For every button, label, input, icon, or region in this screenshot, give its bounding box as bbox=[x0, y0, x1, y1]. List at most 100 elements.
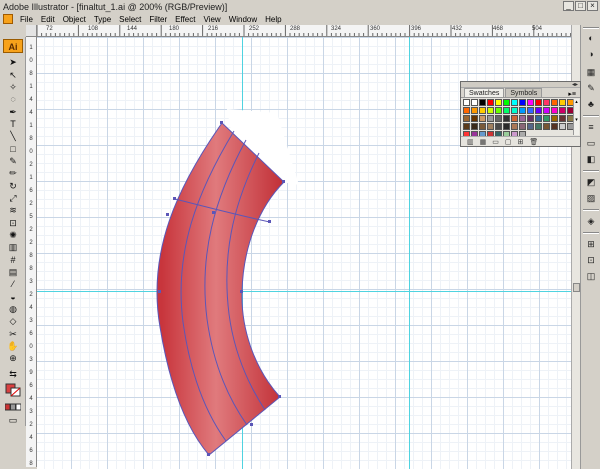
pen-tool-icon[interactable]: ✒ bbox=[5, 107, 21, 117]
show-kinds-icon[interactable]: ▦ bbox=[480, 138, 487, 146]
color-swatch[interactable] bbox=[495, 99, 502, 106]
color-swatch[interactable] bbox=[559, 99, 566, 106]
layers-panel-icon[interactable]: ◈ bbox=[585, 216, 597, 227]
color-swatch[interactable] bbox=[463, 107, 470, 114]
maximize-button[interactable]: □ bbox=[575, 1, 586, 11]
color-swatch[interactable] bbox=[559, 123, 566, 130]
swatch-libraries-icon[interactable]: ▥ bbox=[467, 138, 474, 146]
color-swatch[interactable] bbox=[487, 115, 494, 122]
close-button[interactable]: × bbox=[587, 1, 598, 11]
color-swatch[interactable] bbox=[559, 115, 566, 122]
swap-colors-icon[interactable]: ⇆ bbox=[5, 369, 21, 379]
color-swatch[interactable] bbox=[503, 99, 510, 106]
color-swatch[interactable] bbox=[495, 115, 502, 122]
color-swatch[interactable] bbox=[535, 99, 542, 106]
pathfinder-panel-icon[interactable]: ◫ bbox=[585, 271, 597, 282]
brushes-panel-icon[interactable]: ✎ bbox=[585, 83, 597, 94]
dock-grip[interactable] bbox=[583, 27, 599, 29]
type-tool-icon[interactable]: T bbox=[5, 119, 21, 129]
menu-help[interactable]: Help bbox=[262, 15, 284, 24]
paintbrush-tool-icon[interactable]: ✎ bbox=[5, 156, 21, 166]
color-swatch[interactable] bbox=[463, 99, 470, 106]
rotate-tool-icon[interactable]: ↻ bbox=[5, 181, 21, 191]
color-swatch[interactable] bbox=[487, 123, 494, 130]
hand-tool-icon[interactable]: ✋ bbox=[5, 341, 21, 351]
color-swatch[interactable] bbox=[487, 99, 494, 106]
free-transform-tool-icon[interactable]: ⊡ bbox=[5, 218, 21, 228]
tab-symbols[interactable]: Symbols bbox=[505, 88, 543, 97]
color-swatch[interactable] bbox=[511, 123, 518, 130]
color-swatch[interactable] bbox=[471, 99, 478, 106]
menu-filter[interactable]: Filter bbox=[146, 15, 170, 24]
color-swatch[interactable] bbox=[551, 115, 558, 122]
color-swatch[interactable] bbox=[551, 107, 558, 114]
color-swatch[interactable] bbox=[543, 107, 550, 114]
ruler-origin[interactable] bbox=[26, 25, 37, 37]
color-swatch[interactable] bbox=[543, 115, 550, 122]
slice-tool-icon[interactable]: ◇ bbox=[5, 316, 21, 326]
color-swatch[interactable] bbox=[535, 107, 542, 114]
new-swatch-icon[interactable]: ⊞ bbox=[518, 138, 524, 146]
magic-wand-tool-icon[interactable]: ✧ bbox=[5, 82, 21, 92]
color-swatch[interactable] bbox=[535, 123, 542, 130]
fill-stroke-icon[interactable] bbox=[5, 383, 21, 397]
swatches-panel-icon[interactable]: ▦ bbox=[585, 67, 597, 78]
pencil-tool-icon[interactable]: ✏ bbox=[5, 168, 21, 178]
panel-header[interactable]: ◂▸ bbox=[461, 82, 580, 88]
color-swatch[interactable] bbox=[527, 99, 534, 106]
color-swatch[interactable] bbox=[487, 107, 494, 114]
color-swatch[interactable] bbox=[463, 115, 470, 122]
graphic-styles-icon[interactable]: ▨ bbox=[585, 193, 597, 204]
stroke-panel-icon[interactable]: ≡ bbox=[585, 122, 597, 133]
menu-window[interactable]: Window bbox=[226, 15, 260, 24]
color-swatch[interactable] bbox=[511, 99, 518, 106]
symbol-sprayer-tool-icon[interactable]: ✺ bbox=[5, 230, 21, 240]
color-swatch[interactable] bbox=[511, 107, 518, 114]
color-swatch[interactable] bbox=[527, 115, 534, 122]
color-swatch[interactable] bbox=[551, 123, 558, 130]
panel-collapse-icon[interactable]: ◂▸ bbox=[572, 81, 578, 88]
align-panel-icon[interactable]: ⊞ bbox=[585, 239, 597, 250]
color-swatch[interactable] bbox=[479, 99, 486, 106]
scrollbar-thumb[interactable] bbox=[573, 283, 580, 292]
color-panel-icon[interactable]: ◐ bbox=[585, 33, 597, 44]
zoom-tool-icon[interactable]: ⊕ bbox=[5, 353, 21, 363]
color-swatch[interactable] bbox=[503, 107, 510, 114]
transform-panel-icon[interactable]: ⊡ bbox=[585, 255, 597, 266]
warp-tool-icon[interactable]: ≋ bbox=[5, 205, 21, 215]
menu-type[interactable]: Type bbox=[91, 15, 114, 24]
color-swatch[interactable] bbox=[479, 123, 486, 130]
document-icon[interactable] bbox=[3, 14, 13, 24]
eyedropper-tool-icon[interactable]: ⁄ bbox=[5, 279, 21, 289]
menu-effect[interactable]: Effect bbox=[172, 15, 198, 24]
menu-object[interactable]: Object bbox=[60, 15, 89, 24]
transparency-panel-icon[interactable]: ◧ bbox=[585, 154, 597, 165]
color-swatch[interactable] bbox=[559, 107, 566, 114]
lasso-tool-icon[interactable]: ◌ bbox=[5, 94, 21, 104]
color-swatch[interactable] bbox=[519, 99, 526, 106]
swatch-options-icon[interactable]: ▭ bbox=[492, 138, 499, 146]
vertical-ruler[interactable]: 1 0 8 1 4 4 1 8 0 2 1 6 2 5 2 2 8 8 3 2 4 3 6 0 3 9 6 4 3 2 4 6 8 bbox=[26, 37, 37, 467]
appearance-panel-icon[interactable]: ◩ bbox=[585, 177, 597, 188]
color-swatch[interactable] bbox=[471, 123, 478, 130]
color-swatch[interactable] bbox=[511, 115, 518, 122]
scissors-tool-icon[interactable]: ✂ bbox=[5, 329, 21, 339]
symbols-panel-icon[interactable]: ♣ bbox=[585, 99, 597, 110]
color-mode-icon[interactable] bbox=[4, 403, 22, 413]
selection-tool-icon[interactable]: ➤ bbox=[5, 57, 21, 67]
screen-mode-icon[interactable]: ▭ bbox=[5, 415, 21, 425]
direct-selection-tool-icon[interactable]: ↖ bbox=[5, 70, 21, 80]
menu-edit[interactable]: Edit bbox=[38, 15, 58, 24]
line-tool-icon[interactable]: ╲ bbox=[5, 131, 21, 141]
blend-tool-icon[interactable]: ◒ bbox=[5, 292, 21, 302]
color-swatch[interactable] bbox=[543, 99, 550, 106]
gradient-panel-icon[interactable]: ▭ bbox=[585, 138, 597, 149]
graph-tool-icon[interactable]: ▥ bbox=[5, 242, 21, 252]
panel-menu-icon[interactable]: ▸≡ bbox=[568, 90, 576, 98]
color-swatch[interactable] bbox=[527, 107, 534, 114]
tab-swatches[interactable]: Swatches bbox=[464, 88, 505, 97]
menu-view[interactable]: View bbox=[200, 15, 223, 24]
color-swatch[interactable] bbox=[479, 107, 486, 114]
color-swatch[interactable] bbox=[495, 107, 502, 114]
color-swatch[interactable] bbox=[479, 115, 486, 122]
